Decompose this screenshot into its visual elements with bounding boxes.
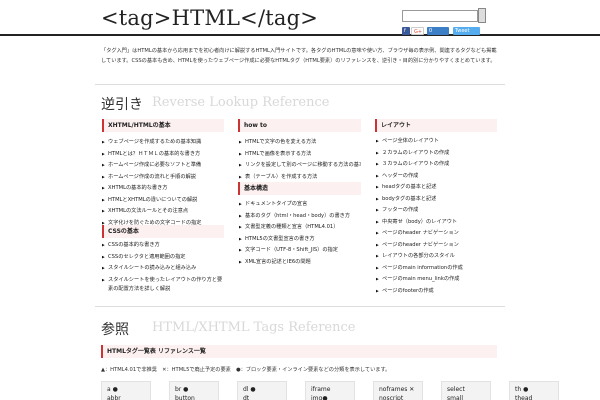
list-item-link[interactable]: レイアウトの各部分のスタイル [376,251,497,263]
tag-name: img● [311,395,328,400]
tag-reference-box[interactable]: a ● abbr [101,381,151,400]
list-basic-structure: ドキュメントタイプの宣言基本のタグ（html・head・body）の書き方文書型… [239,199,361,268]
list-item-link[interactable]: HTMLとXHTMLの違いについての解説 [102,195,226,207]
reference-legend: ▲：HTML4.01で非推奨 ✕：HTML5で廃止予定の要素 ●：ブロック要素・… [101,367,391,373]
list-item-link[interactable]: ウェブページを作成するための基本知識 [102,137,226,149]
tag-reference-box[interactable]: noframes ✕ noscript [373,381,423,400]
section-divider [95,84,505,85]
list-item-link[interactable]: ３カラムのレイアウトの作成 [376,159,497,171]
list-item-link[interactable]: headタグの基本と記述 [376,182,497,194]
tag-name: iframe [311,386,331,393]
tag-reference-box[interactable]: dl ● dt [237,381,287,400]
column-head-basic-structure: 基本構造 [238,182,361,195]
list-item-link[interactable]: ヘッダーの作成 [376,171,497,183]
list-item-link[interactable]: CSSの基本的な書き方 [102,240,226,252]
list-layout: ページ全体のレイアウト２カラムのレイアウトの作成３カラムのレイアウトの作成ヘッダ… [376,136,497,297]
list-item-link[interactable]: スタイルシートの読み込みと組み込み [102,263,226,275]
reverse-section-title: 逆引き [101,97,143,113]
list-item-link[interactable]: HTML5の文書型宣言の書き方 [239,234,361,246]
search-button[interactable] [478,8,486,23]
list-item-link[interactable]: HTMLで文字の色を変える方法 [239,137,361,149]
list-item-link[interactable]: ページのmain informationの作成 [376,263,497,275]
list-item-link[interactable]: HTMLとは？ＨＴＭＬの基本的な書き方 [102,149,226,161]
tag-name: noframes ✕ [379,386,415,393]
column-head-xhtml-basics: XHTML/HTMLの基本 [102,119,224,132]
list-item-link[interactable]: ページのmain menu_linkの作成 [376,274,497,286]
list-item-link[interactable]: HTMLで画像を表示する方法 [239,149,361,161]
share-count-badge: 0 [427,27,449,35]
googleplus-share-button[interactable]: G+ [411,27,424,35]
list-item-link[interactable]: ページのheader ナビゲーション [376,240,497,252]
tag-name: dt [243,395,250,400]
tag-name: dl ● [243,386,256,393]
list-item-link[interactable]: スタイルシートを使ったレイアウトの作り方と要素の配置方法を詳しく解説 [102,275,226,296]
tag-name: th ● [515,386,529,393]
twitter-tweet-button[interactable]: Tweet [453,27,480,35]
tag-name: a ● [107,386,118,393]
tag-name: thead [515,395,533,400]
tag-name: button [175,395,195,400]
section-divider [95,306,505,307]
tag-name: br ● [175,386,189,393]
tag-reference-box[interactable]: select small [441,381,491,400]
page: <tag>HTML</tag> f G+ 0 Tweet 「タグ入門」はHTML… [0,0,600,400]
tag-reference-box[interactable]: iframe img● [305,381,355,400]
tag-name: noscript [379,395,404,400]
tag-reference-box[interactable]: th ● thead [509,381,559,400]
column-head-layout: レイアウト [375,119,497,132]
tag-name: small [447,395,463,400]
list-item-link[interactable]: ２カラムのレイアウトの作成 [376,148,497,160]
search-input[interactable] [402,10,478,22]
list-item-link[interactable]: 中央寄せ（body）のレイアウト [376,217,497,229]
list-item-link[interactable]: 基本のタグ（html・head・body）の書き方 [239,211,361,223]
list-how-to: HTMLで文字の色を変える方法HTMLで画像を表示する方法リンクを設定して別のペ… [239,137,361,183]
column-head-how-to: how to [238,119,361,132]
list-item-link[interactable]: XHTMLの基本的な書き方 [102,183,226,195]
list-item-link[interactable]: XML宣言の記述とIE6の問題 [239,257,361,269]
site-header: <tag>HTML</tag> f G+ 0 Tweet [0,0,600,36]
reference-section-title: 参照 [101,322,129,338]
list-item-link[interactable]: 文書型定義の種類と宣言（HTML4.01） [239,222,361,234]
list-item-link[interactable]: ホームページ作成に必要なソフトと準備 [102,160,226,172]
facebook-share-button[interactable]: f [402,27,410,35]
reverse-section-subtitle: Reverse Lookup Reference [152,95,330,110]
list-item-link[interactable]: CSSのセレクタと適用範囲の指定 [102,252,226,264]
column-head-css-basics: CSSの基本 [102,225,224,238]
list-item-link[interactable]: 文字コード（UTF-8・Shift_JIS）の指定 [239,245,361,257]
reference-table-heading: HTMLタグ一覧表 リファレンス一覧 [101,345,497,358]
list-item-link[interactable]: ページのheader ナビゲーション [376,228,497,240]
list-item-link[interactable]: ページのfooterの作成 [376,286,497,298]
list-item-link[interactable]: ページ全体のレイアウト [376,136,497,148]
list-item-link[interactable]: ホームページ作成の流れと手順の解説 [102,172,226,184]
list-item-link[interactable]: リンクを設定して別のページに移動する方法の基本 [239,160,361,172]
list-css-basics: CSSの基本的な書き方CSSのセレクタと適用範囲の指定スタイルシートの読み込みと… [102,240,226,296]
reference-section-subtitle: HTML/XHTML Tags Reference [152,320,356,335]
tag-reference-box[interactable]: br ● button [169,381,219,400]
tag-name: abbr [107,395,121,400]
intro-text: 「タグ入門」はHTMLの基本から応用までを初心者向けに解説するHTML入門サイト… [101,48,497,64]
site-logo[interactable]: <tag>HTML</tag> [101,6,318,30]
list-item-link[interactable]: フッターの作成 [376,205,497,217]
list-xhtml-basics: ウェブページを作成するための基本知識HTMLとは？ＨＴＭＬの基本的な書き方ホーム… [102,137,226,229]
tag-name: select [447,386,465,393]
list-item-link[interactable]: ドキュメントタイプの宣言 [239,199,361,211]
list-item-link[interactable]: bodyタグの基本と記述 [376,194,497,206]
list-item-link[interactable]: XHTMLの文法ルールとその注意点 [102,206,226,218]
